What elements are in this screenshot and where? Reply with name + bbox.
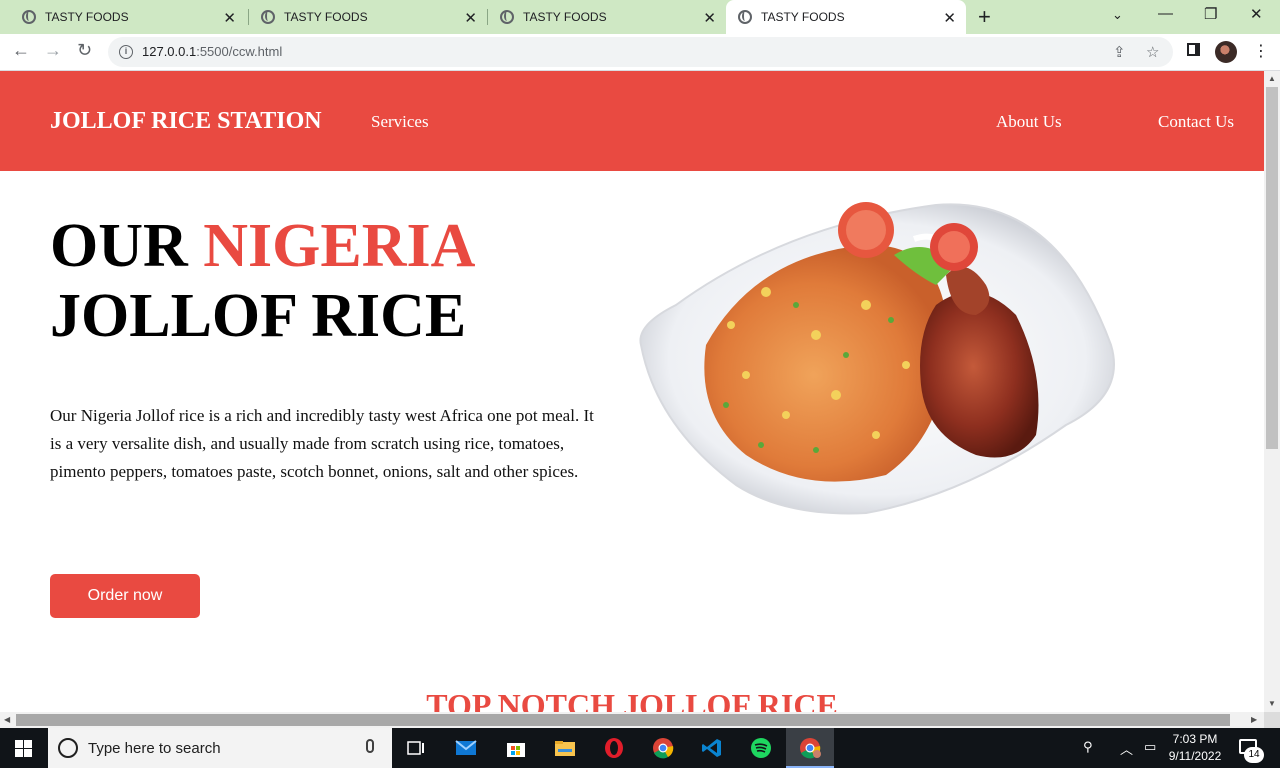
nav-link-services[interactable]: Services bbox=[371, 112, 429, 132]
restore-icon[interactable]: ❐ bbox=[1204, 5, 1217, 23]
battery-icon[interactable]: ▭ bbox=[1144, 739, 1156, 755]
close-window-icon[interactable]: ✕ bbox=[1250, 5, 1263, 23]
clock-date: 9/11/2022 bbox=[1168, 749, 1222, 763]
scrollbar-corner bbox=[1264, 712, 1280, 728]
site-logo[interactable]: JOLLOF RICE STATION bbox=[50, 108, 322, 135]
file-explorer-icon[interactable] bbox=[541, 728, 589, 768]
clock-time: 7:03 PM bbox=[1172, 732, 1218, 746]
tab-title: TASTY FOODS bbox=[45, 10, 129, 24]
browser-tab[interactable]: TASTY FOODS ✕ bbox=[0, 0, 246, 34]
url-text[interactable]: 127.0.0.1:5500/ccw.html bbox=[142, 44, 282, 59]
menu-kebab-icon[interactable]: ⋮ bbox=[1253, 41, 1269, 61]
address-bar[interactable]: i 127.0.0.1:5500/ccw.html ⇪ ☆ bbox=[108, 37, 1173, 67]
scroll-up-icon[interactable]: ▲ bbox=[1268, 74, 1276, 83]
system-clock[interactable]: 7:03 PM 9/11/2022 bbox=[1162, 731, 1228, 765]
profile-avatar[interactable] bbox=[1215, 41, 1237, 63]
nav-link-about[interactable]: About Us bbox=[996, 112, 1062, 132]
spotify-icon[interactable] bbox=[737, 728, 785, 768]
reload-icon[interactable]: ↻ bbox=[77, 40, 92, 61]
tab-title: TASTY FOODS bbox=[284, 10, 368, 24]
hero-title-accent: NIGERIA bbox=[203, 212, 476, 280]
horizontal-scroll-thumb[interactable] bbox=[16, 714, 1230, 726]
windows-start-icon[interactable] bbox=[15, 740, 32, 757]
forward-icon[interactable]: → bbox=[44, 40, 62, 61]
chrome-active-icon[interactable] bbox=[786, 728, 834, 768]
people-icon[interactable]: ⚲ bbox=[1083, 739, 1093, 755]
browser-tab[interactable]: TASTY FOODS ✕ bbox=[239, 0, 487, 34]
tab-title: TASTY FOODS bbox=[523, 10, 607, 24]
close-tab-icon[interactable]: ✕ bbox=[223, 9, 236, 27]
share-icon[interactable]: ⇪ bbox=[1113, 43, 1126, 61]
hero-description: Our Nigeria Jollof rice is a rich and in… bbox=[50, 406, 594, 481]
show-hidden-icons-icon[interactable]: ︿ bbox=[1120, 739, 1133, 758]
vertical-scroll-thumb[interactable] bbox=[1266, 87, 1278, 449]
globe-icon bbox=[261, 10, 275, 24]
task-view-icon[interactable] bbox=[392, 728, 440, 768]
section-heading: TOP NOTCH JOLLOF RICE bbox=[426, 687, 838, 712]
browser-tab[interactable]: TASTY FOODS ✕ bbox=[478, 0, 726, 34]
notification-count-badge: 14 bbox=[1244, 747, 1264, 763]
site-info-icon[interactable]: i bbox=[119, 45, 133, 59]
url-host: 127.0.0.1 bbox=[142, 44, 197, 59]
new-tab-icon[interactable]: + bbox=[978, 4, 991, 30]
page-viewport: JOLLOF RICE STATION Services About Us Co… bbox=[0, 71, 1264, 712]
browser-toolbar: ← → ↻ i 127.0.0.1:5500/ccw.html ⇪ ☆ ⋮ bbox=[0, 34, 1280, 71]
hero-title-word: OUR bbox=[50, 212, 188, 280]
close-tab-icon[interactable]: ✕ bbox=[703, 9, 716, 27]
opera-icon[interactable] bbox=[590, 728, 638, 768]
taskbar-search[interactable]: Type here to search bbox=[48, 728, 392, 768]
nav-link-contact[interactable]: Contact Us bbox=[1158, 112, 1234, 132]
site-header: JOLLOF RICE STATION Services About Us Co… bbox=[0, 71, 1264, 171]
vscode-icon[interactable] bbox=[688, 728, 736, 768]
back-icon[interactable]: ← bbox=[12, 40, 30, 61]
browser-tab-active[interactable]: TASTY FOODS ✕ bbox=[726, 0, 966, 34]
cortana-icon bbox=[58, 738, 78, 758]
globe-icon bbox=[738, 10, 752, 24]
search-placeholder: Type here to search bbox=[88, 740, 221, 757]
vertical-scrollbar[interactable]: ▲ ▼ bbox=[1264, 71, 1280, 712]
tab-title: TASTY FOODS bbox=[761, 10, 845, 24]
microphone-icon[interactable] bbox=[366, 739, 374, 753]
hero-title-line2: JOLLOF RICE bbox=[50, 282, 467, 350]
minimize-icon[interactable]: — bbox=[1158, 5, 1173, 22]
scroll-right-icon[interactable]: ▶ bbox=[1251, 715, 1257, 724]
tab-strip: TASTY FOODS ✕ TASTY FOODS ✕ TASTY FOODS … bbox=[0, 0, 1280, 34]
jollof-rice-image bbox=[639, 202, 1115, 515]
horizontal-scrollbar[interactable]: ◀ ▶ bbox=[0, 712, 1264, 728]
close-tab-icon[interactable]: ✕ bbox=[943, 9, 956, 27]
taskbar: Type here to search ⚲ ︿ ▭ 7:03 PM 9/11/2… bbox=[0, 728, 1280, 768]
tab-search-icon[interactable]: ⌄ bbox=[1112, 7, 1123, 23]
globe-icon bbox=[22, 10, 36, 24]
microsoft-store-icon[interactable] bbox=[492, 728, 540, 768]
chrome-icon[interactable] bbox=[639, 728, 687, 768]
hero-title: OUR NIGERIA JOLLOF RICE bbox=[50, 211, 475, 351]
mail-icon[interactable] bbox=[442, 728, 490, 768]
side-panel-icon[interactable] bbox=[1187, 43, 1200, 56]
scroll-left-icon[interactable]: ◀ bbox=[4, 715, 10, 724]
scroll-down-icon[interactable]: ▼ bbox=[1268, 699, 1276, 708]
bookmark-star-icon[interactable]: ☆ bbox=[1146, 43, 1159, 61]
globe-icon bbox=[500, 10, 514, 24]
order-now-button[interactable]: Order now bbox=[50, 574, 200, 618]
url-path: :5500/ccw.html bbox=[196, 44, 283, 59]
close-tab-icon[interactable]: ✕ bbox=[464, 9, 477, 27]
